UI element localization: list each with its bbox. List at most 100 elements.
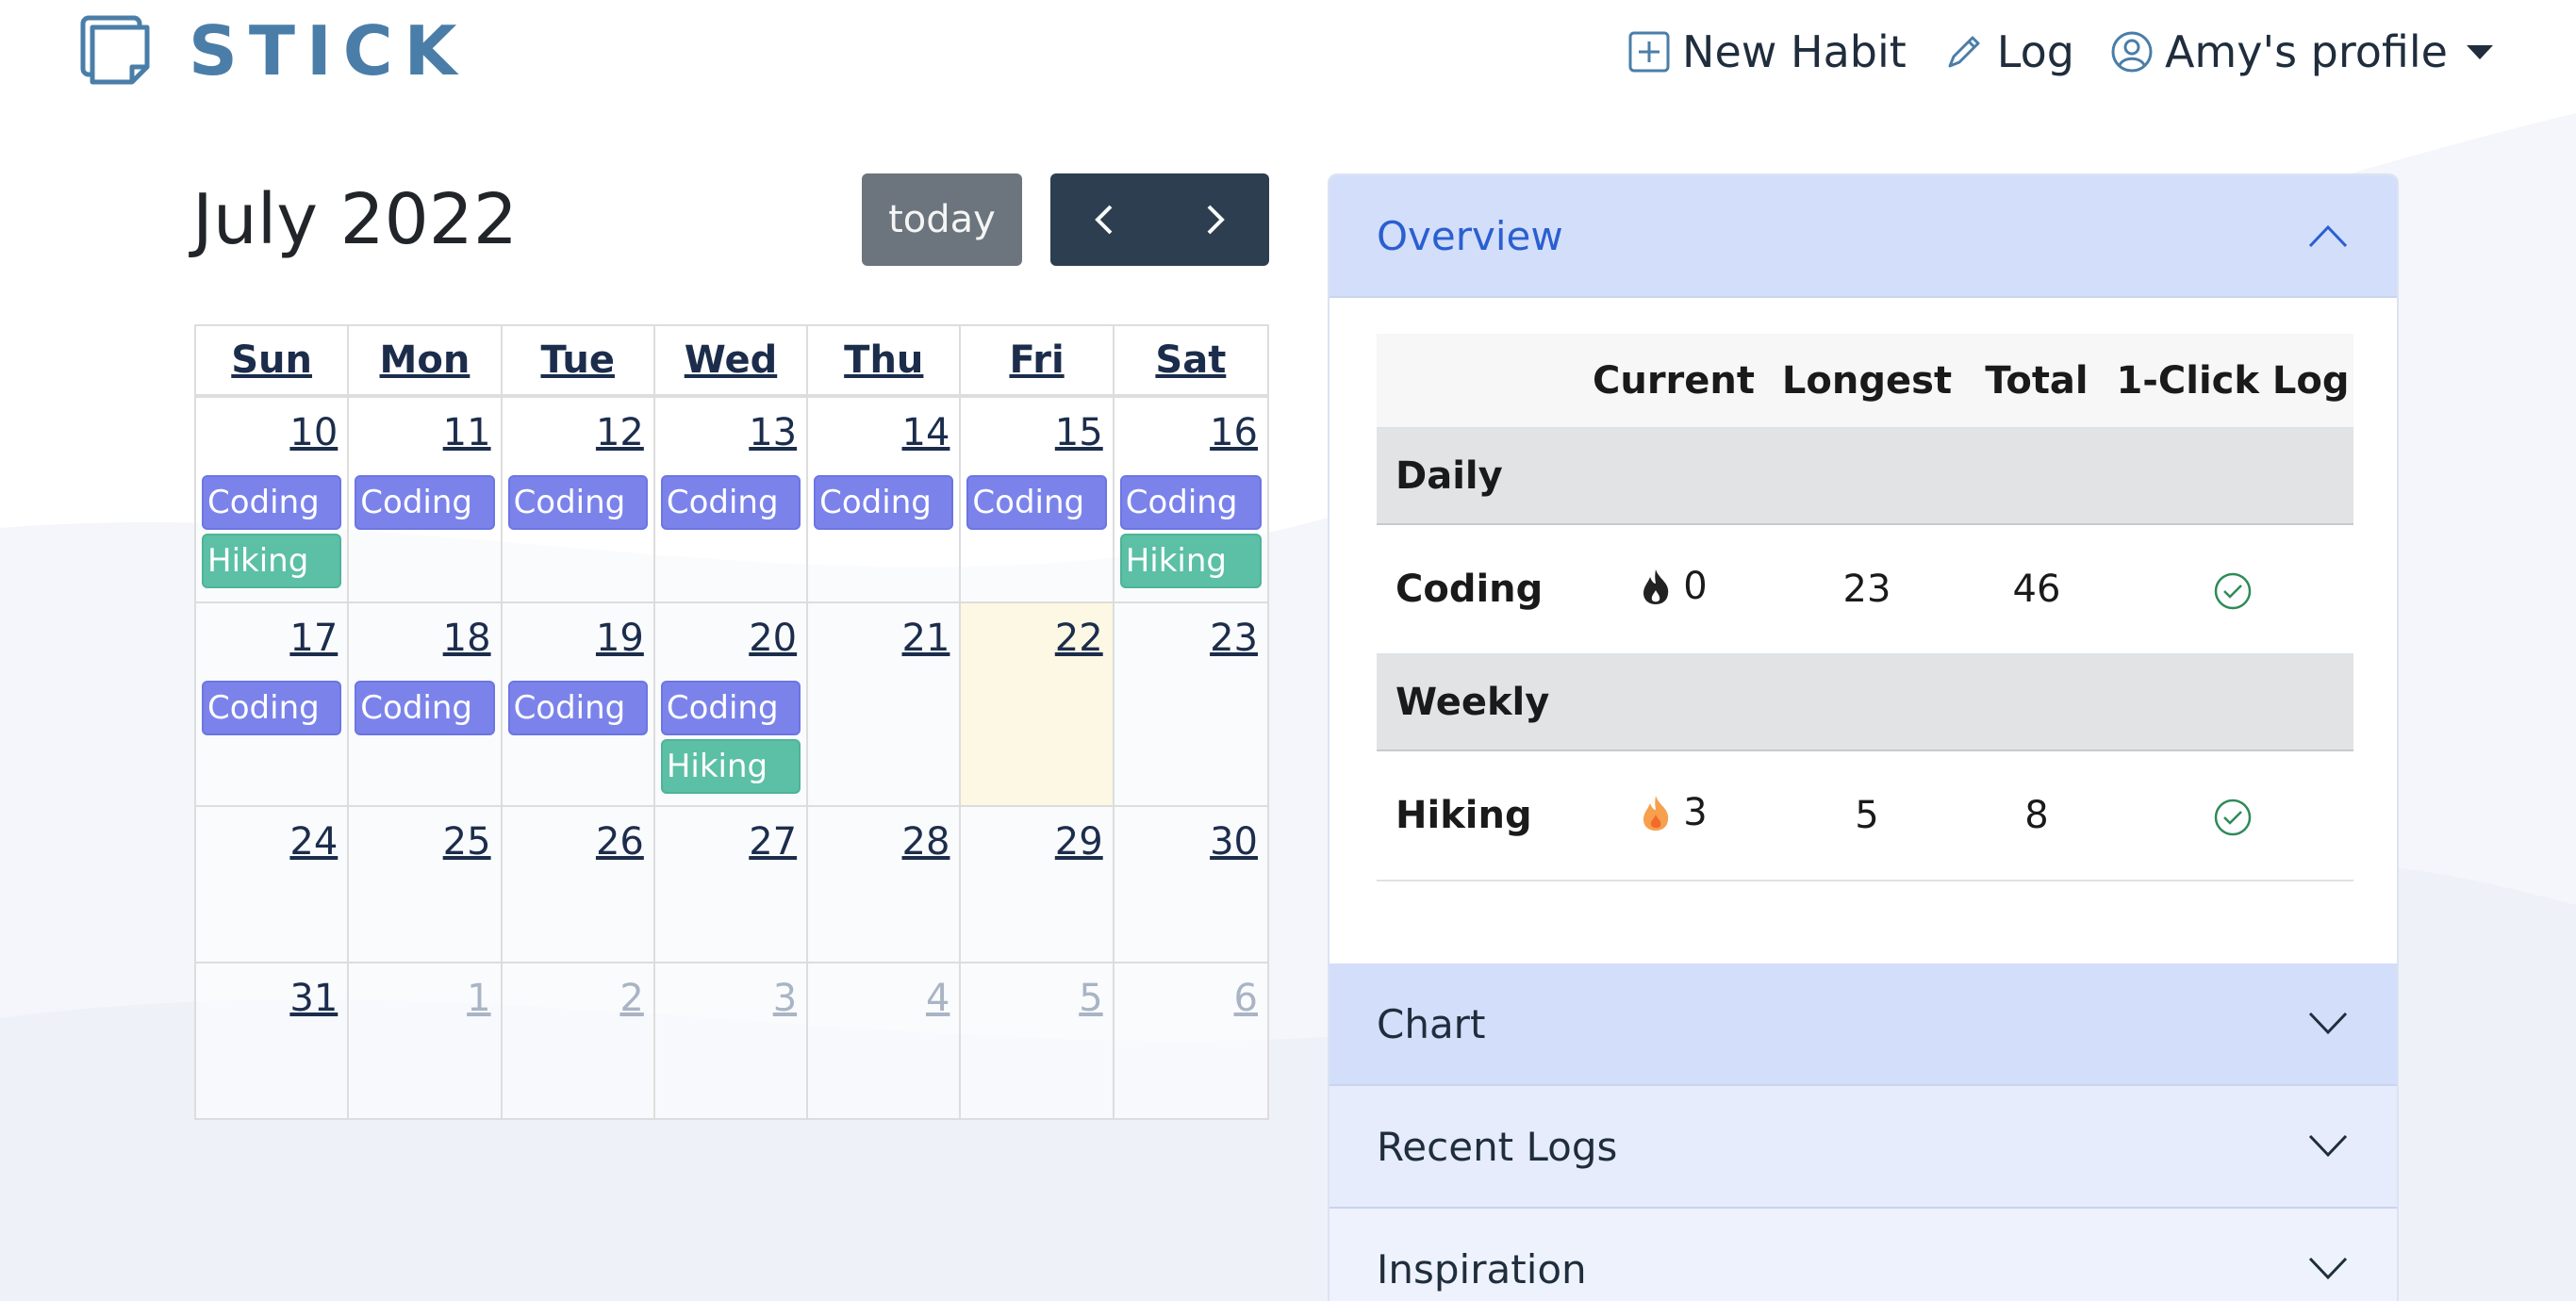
day-number-link[interactable]: 23 — [1210, 617, 1258, 660]
recent-logs-accordion-header[interactable]: Recent Logs — [1329, 1086, 2397, 1209]
calendar-day-cell-today[interactable]: 22 — [961, 603, 1115, 805]
calendar-event-hiking[interactable]: Hiking — [1119, 534, 1262, 588]
calendar-event-hiking[interactable]: Hiking — [660, 739, 801, 794]
calendar-day-cell[interactable]: 31 — [196, 963, 350, 1118]
calendar-day-cell[interactable]: 23 — [1114, 603, 1267, 805]
calendar-day-cell[interactable]: 10 Coding Hiking — [196, 398, 350, 601]
column-header-longest: Longest — [1773, 334, 1961, 429]
weekday-tue[interactable]: Tue — [503, 326, 655, 394]
calendar-event-coding[interactable]: Coding — [202, 681, 342, 735]
weekday-sun[interactable]: Sun — [196, 326, 350, 394]
day-number-link[interactable]: 20 — [749, 617, 797, 660]
day-number-link[interactable]: 15 — [1055, 411, 1103, 454]
calendar-day-cell[interactable]: 24 — [196, 807, 350, 962]
check-circle-icon — [2214, 572, 2252, 610]
weekday-thu[interactable]: Thu — [808, 326, 962, 394]
day-number-link[interactable]: 16 — [1210, 411, 1258, 454]
day-number-link[interactable]: 19 — [596, 617, 644, 660]
calendar-event-coding[interactable]: Coding — [660, 681, 801, 735]
one-click-log-button[interactable] — [2112, 524, 2353, 655]
chevron-right-icon — [1207, 205, 1225, 235]
calendar-event-coding[interactable]: Coding — [1119, 475, 1262, 530]
calendar-day-cell[interactable]: 20 Coding Hiking — [654, 603, 809, 805]
calendar-day-cell[interactable]: 4 — [808, 963, 962, 1118]
day-number-link[interactable]: 2 — [619, 977, 643, 1020]
day-number-link[interactable]: 10 — [289, 411, 338, 454]
day-number-link[interactable]: 5 — [1079, 977, 1102, 1020]
day-number-link[interactable]: 26 — [596, 820, 644, 864]
weekday-wed[interactable]: Wed — [655, 326, 809, 394]
day-number-link[interactable]: 24 — [289, 820, 338, 864]
calendar-day-cell[interactable]: 15 Coding — [961, 398, 1115, 601]
calendar-day-cell[interactable]: 18 Coding — [349, 603, 503, 805]
calendar-day-cell[interactable]: 1 — [349, 963, 503, 1118]
day-number-link[interactable]: 1 — [467, 977, 490, 1020]
calendar-day-cell[interactable]: 6 — [1114, 963, 1267, 1118]
day-number-link[interactable]: 6 — [1234, 977, 1258, 1020]
calendar-day-cell[interactable]: 16 Coding Hiking — [1114, 398, 1267, 601]
day-number-link[interactable]: 30 — [1210, 820, 1258, 864]
calendar-day-cell[interactable]: 14 Coding — [808, 398, 962, 601]
weekday-fri[interactable]: Fri — [961, 326, 1115, 394]
calendar-day-cell[interactable]: 29 — [961, 807, 1115, 962]
calendar-day-cell[interactable]: 5 — [961, 963, 1115, 1118]
new-habit-link[interactable]: New Habit — [1627, 26, 1907, 77]
day-number-link[interactable]: 25 — [443, 820, 491, 864]
overview-accordion-header[interactable]: Overview — [1329, 175, 2397, 298]
calendar-event-coding[interactable]: Coding — [355, 681, 495, 735]
calendar-day-cell[interactable]: 26 — [502, 807, 655, 962]
prev-month-button[interactable] — [1050, 173, 1160, 266]
weekday-sat[interactable]: Sat — [1115, 326, 1267, 394]
calendar-day-cell[interactable]: 21 — [808, 603, 962, 805]
day-number-link[interactable]: 29 — [1055, 820, 1103, 864]
calendar-day-cell[interactable]: 11 Coding — [349, 398, 503, 601]
habit-name[interactable]: Coding — [1377, 524, 1575, 655]
chevron-left-icon — [1095, 205, 1113, 235]
calendar-day-cell[interactable]: 19 Coding — [502, 603, 655, 805]
day-number-link[interactable]: 22 — [1055, 617, 1103, 660]
calendar-day-cell[interactable]: 12 Coding — [502, 398, 655, 601]
total-count: 46 — [1961, 524, 2112, 655]
calendar-event-coding[interactable]: Coding — [202, 475, 342, 530]
log-link[interactable]: Log — [1942, 26, 2074, 77]
day-number-link[interactable]: 31 — [289, 977, 338, 1020]
calendar-event-coding[interactable]: Coding — [966, 475, 1107, 530]
overview-title: Overview — [1377, 212, 1563, 259]
calendar-day-cell[interactable]: 13 Coding — [654, 398, 809, 601]
day-number-link[interactable]: 4 — [926, 977, 949, 1020]
chart-accordion-header[interactable]: Chart — [1329, 963, 2397, 1086]
calendar-event-coding[interactable]: Coding — [355, 475, 495, 530]
calendar-event-coding[interactable]: Coding — [507, 475, 648, 530]
calendar-day-cell[interactable]: 17 Coding — [196, 603, 350, 805]
calendar-event-hiking[interactable]: Hiking — [202, 534, 342, 588]
habit-name[interactable]: Hiking — [1377, 750, 1575, 881]
calendar-event-coding[interactable]: Coding — [660, 475, 801, 530]
day-number-link[interactable]: 13 — [749, 411, 797, 454]
day-number-link[interactable]: 11 — [443, 411, 491, 454]
calendar-day-cell[interactable]: 28 — [808, 807, 962, 962]
day-events: Coding — [507, 681, 648, 735]
day-number-link[interactable]: 14 — [902, 411, 950, 454]
calendar-day-cell[interactable]: 3 — [654, 963, 809, 1118]
day-number-link[interactable]: 21 — [902, 617, 950, 660]
day-number-link[interactable]: 27 — [749, 820, 797, 864]
next-month-button[interactable] — [1160, 173, 1269, 266]
brand-logo[interactable]: STICK — [79, 11, 468, 91]
calendar-day-cell[interactable]: 2 — [502, 963, 655, 1118]
day-number-link[interactable]: 3 — [773, 977, 797, 1020]
day-number-link[interactable]: 12 — [596, 411, 644, 454]
calendar-event-coding[interactable]: Coding — [507, 681, 648, 735]
calendar-event-coding[interactable]: Coding — [814, 475, 954, 530]
day-number-link[interactable]: 17 — [289, 617, 338, 660]
calendar-day-cell[interactable]: 30 — [1114, 807, 1267, 962]
day-number-link[interactable]: 18 — [443, 617, 491, 660]
calendar-day-cell[interactable]: 27 — [654, 807, 809, 962]
weekday-mon[interactable]: Mon — [349, 326, 503, 394]
overview-header-row: Current Longest Total 1-Click Log — [1377, 334, 2353, 429]
profile-dropdown[interactable]: Amy's profile — [2110, 26, 2493, 77]
one-click-log-button[interactable] — [2112, 750, 2353, 881]
calendar-day-cell[interactable]: 25 — [349, 807, 503, 962]
inspiration-accordion-header[interactable]: Inspiration — [1329, 1209, 2397, 1301]
day-number-link[interactable]: 28 — [902, 820, 950, 864]
today-button[interactable]: today — [862, 173, 1022, 266]
